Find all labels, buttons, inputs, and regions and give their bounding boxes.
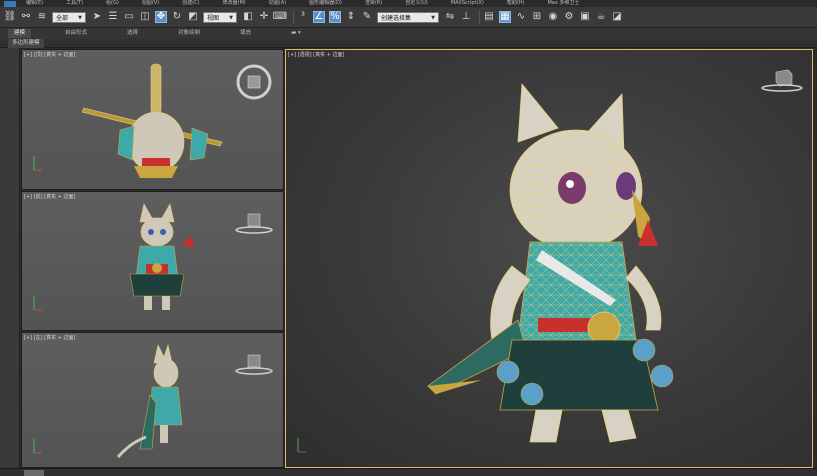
menu-maxscript[interactable]: MAXScript(X) — [451, 0, 484, 7]
viewport-top[interactable]: [+] [顶] [真实 + 边面] — [21, 49, 284, 190]
ribbon-tabs: 建模 自由形式 选择 对象绘制 填充 ▬ ▾ — [0, 28, 817, 39]
select-rotate-icon[interactable]: ↻ — [171, 11, 183, 23]
chevron-down-icon: ▼ — [78, 14, 82, 21]
unlink-icon[interactable]: ⚯ — [20, 11, 32, 23]
pivot-center-icon[interactable]: ◧ — [242, 11, 254, 23]
material-editor-icon[interactable]: ◉ — [547, 11, 559, 23]
menu-customize[interactable]: 自定义(U) — [405, 0, 428, 7]
time-slider-bar — [0, 468, 817, 476]
rect-selection-icon[interactable]: ▭ — [123, 11, 135, 23]
selection-filter-dropdown[interactable]: 全部 ▼ — [52, 11, 86, 23]
app-logo-icon[interactable] — [4, 0, 16, 7]
menu-edit[interactable]: 编辑(E) — [26, 0, 43, 7]
viewcube-icon[interactable] — [760, 66, 804, 96]
ribbon-options-icon[interactable]: ▬ ▾ — [285, 29, 307, 38]
spinner-snap-icon[interactable]: ⇕ — [345, 11, 357, 23]
schematic-view-icon[interactable]: ⊞ — [531, 11, 543, 23]
select-object-icon[interactable]: ➤ — [91, 11, 103, 23]
toolbar-divider — [479, 10, 480, 24]
mirror-icon[interactable]: ⇋ — [444, 11, 456, 23]
render-cloud-icon[interactable]: ◪ — [611, 11, 623, 23]
keyboard-shortcut-icon[interactable]: ⌨ — [273, 11, 287, 23]
angle-snap-icon[interactable]: ∠ — [313, 11, 325, 23]
edit-named-selection-icon[interactable]: ✎ — [361, 11, 373, 23]
tab-selection[interactable]: 选择 — [121, 29, 144, 38]
menu-create[interactable]: 创建(C) — [182, 0, 199, 7]
layer-manager-icon[interactable]: ▤ — [483, 11, 495, 23]
chevron-down-icon: ▼ — [229, 14, 233, 21]
render-setup-icon[interactable]: ⚙ — [563, 11, 575, 23]
named-selection-value: 创建选择集 — [381, 14, 412, 22]
main-toolbar: ⛓ ⚯ ≋ 全部 ▼ ➤ ☰ ▭ ◫ ✥ ↻ ◩ 视图 ▼ ◧ ✛ ⌨ ³ ∠ % … — [0, 7, 817, 28]
select-move-icon[interactable]: ✥ — [155, 11, 167, 23]
menu-group[interactable]: 组(G) — [106, 0, 119, 7]
menu-bar: 编辑(E) 工具(T) 组(G) 视图(V) 创建(C) 修改器(M) 动画(A… — [0, 0, 817, 7]
menu-max-guard[interactable]: Max 多维卫士 — [547, 0, 579, 7]
tab-object-paint[interactable]: 对象绘制 — [172, 29, 206, 38]
left-command-strip — [0, 48, 20, 476]
select-scale-icon[interactable]: ◩ — [187, 11, 199, 23]
link-icon[interactable]: ⛓ — [4, 11, 17, 23]
menu-rendering[interactable]: 渲染(R) — [365, 0, 382, 7]
render-production-icon[interactable]: ☕ — [595, 11, 607, 23]
percent-snap-icon[interactable]: % — [329, 11, 341, 23]
bind-space-warp-icon[interactable]: ≋ — [36, 11, 48, 23]
viewport-perspective[interactable]: [+] [透视] [真实 + 边面] — [285, 49, 813, 468]
chevron-down-icon: ▼ — [431, 14, 435, 21]
select-manipulate-icon[interactable]: ✛ — [258, 11, 270, 23]
tab-modeling[interactable]: 建模 — [8, 29, 32, 38]
curve-editor-icon[interactable]: ∿ — [515, 11, 527, 23]
viewport-front[interactable]: [+] [前] [真实 + 边面] — [21, 191, 284, 331]
viewcube-icon[interactable] — [236, 64, 272, 100]
time-slider-handle[interactable] — [24, 470, 44, 476]
perspective-view-model — [297, 82, 674, 453]
tab-populate[interactable]: 填充 — [234, 29, 257, 38]
viewcube-icon[interactable] — [234, 351, 274, 379]
align-icon[interactable]: ⊥ — [460, 11, 472, 23]
rendered-frame-icon[interactable]: ▣ — [579, 11, 591, 23]
viewport-left[interactable]: [+] [左] [真实 + 边面] — [21, 332, 284, 468]
toolbar-divider — [293, 10, 294, 24]
menu-graph-editors[interactable]: 图形编辑器(D) — [309, 0, 342, 7]
selection-filter-value: 全部 — [56, 14, 69, 22]
menu-tools[interactable]: 工具(T) — [66, 0, 83, 7]
snap-toggle-icon[interactable]: ³ — [297, 11, 309, 23]
polygon-modeling-label[interactable]: 多边形建模 — [8, 39, 44, 48]
ribbon-panel: 多边形建模 — [0, 39, 817, 48]
viewcube-icon[interactable] — [234, 210, 274, 238]
menu-animation[interactable]: 动画(A) — [269, 0, 286, 7]
reference-coord-dropdown[interactable]: 视图 ▼ — [203, 11, 237, 23]
tab-freeform[interactable]: 自由形式 — [59, 29, 93, 38]
select-by-name-icon[interactable]: ☰ — [107, 11, 119, 23]
graphite-ribbon-icon[interactable]: ▦ — [499, 11, 511, 23]
named-selection-dropdown[interactable]: 创建选择集 ▼ — [377, 11, 439, 23]
reference-coord-value: 视图 — [207, 14, 220, 22]
menu-help[interactable]: 帮助(H) — [507, 0, 525, 7]
menu-modifiers[interactable]: 修改器(M) — [223, 0, 246, 7]
window-crossing-icon[interactable]: ◫ — [139, 11, 151, 23]
menu-views[interactable]: 视图(V) — [142, 0, 159, 7]
